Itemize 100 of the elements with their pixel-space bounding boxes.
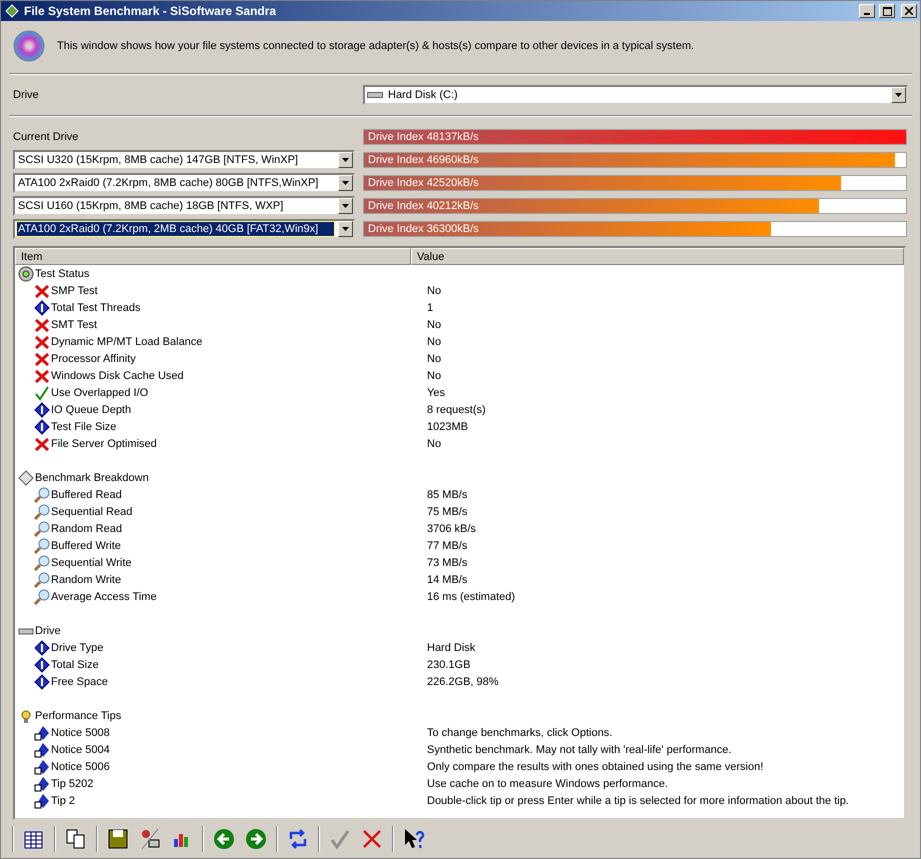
info-diamond-icon	[34, 418, 50, 434]
cross-icon	[34, 316, 50, 332]
window-title: File System Benchmark - SiSoftware Sandra	[24, 4, 278, 18]
item-label[interactable]: Buffered Read	[50, 488, 427, 500]
drive-dropdown[interactable]: Hard Disk (C:)	[363, 85, 908, 105]
info-diamond-icon	[34, 656, 50, 672]
magnifier-icon	[34, 538, 50, 554]
cross-icon	[34, 334, 50, 350]
bar-label: Drive Index 48137kB/s	[368, 130, 479, 142]
group-label[interactable]: Drive	[34, 624, 414, 636]
item-label[interactable]: Random Write	[50, 574, 427, 586]
cross-icon	[34, 368, 50, 384]
checkmark-icon	[328, 827, 352, 851]
item-label[interactable]: File Server Optimised	[50, 438, 427, 450]
app-icon	[4, 3, 20, 19]
device-dropdown[interactable]: ATA100 2xRaid0 (7.2Krpm, 2MB cache) 40GB [FAT32,Win9x]	[13, 218, 355, 238]
item-label[interactable]: Notice 5008	[50, 726, 427, 738]
magnifier-icon	[34, 520, 50, 536]
item-value: Double-click tip or press Enter while a tip is selected for more information about the tip.	[427, 794, 849, 806]
bar-label: Drive Index 46960kB/s	[368, 154, 479, 166]
group-label[interactable]: Test Status	[34, 268, 414, 280]
item-label[interactable]: Tip 2	[50, 794, 427, 806]
description-text: This window shows how your file systems connected to storage adapter(s) & hosts(s) compare to other devices in a typical system.	[57, 40, 694, 52]
item-label[interactable]: Buffered Write	[50, 540, 427, 552]
device-dropdown[interactable]: SCSI U320 (15Krpm, 8MB cache) 147GB [NTFS, WinXP]	[13, 150, 355, 170]
item-value: Yes	[427, 386, 445, 398]
cross-icon	[34, 350, 50, 366]
item-label[interactable]: Processor Affinity	[50, 352, 427, 364]
item-value: Synthetic benchmark. May not tally with 'real-life' performance.	[427, 744, 732, 756]
item-value: 77 MB/s	[427, 540, 468, 552]
item-label[interactable]: Random Read	[50, 522, 427, 534]
item-label[interactable]: Windows Disk Cache Used	[50, 370, 427, 382]
item-value: 1023MB	[427, 420, 468, 432]
item-label[interactable]: Sequential Write	[50, 556, 427, 568]
diamond-icon	[18, 470, 34, 486]
item-label[interactable]: Notice 5004	[50, 744, 427, 756]
tip-icon	[34, 758, 50, 774]
checkmark-icon	[34, 384, 50, 400]
hard-drive-icon	[367, 91, 383, 99]
item-label[interactable]: IO Queue Depth	[50, 404, 427, 416]
tip-icon	[34, 724, 50, 740]
item-value: 85 MB/s	[427, 488, 468, 500]
bar-label: Drive Index 40212kB/s	[368, 200, 479, 212]
bar-label: Drive Index 42520kB/s	[368, 176, 479, 188]
maximize-icon	[882, 6, 892, 16]
item-value: No	[427, 318, 442, 330]
info-diamond-icon	[34, 300, 50, 316]
item-label[interactable]: Total Size	[50, 658, 427, 670]
item-label[interactable]: Free Space	[50, 676, 427, 688]
group-label[interactable]: Benchmark Breakdown	[34, 472, 414, 484]
item-value: 16 ms (estimated)	[427, 590, 516, 602]
item-value: 14 MB/s	[427, 574, 468, 586]
magnifier-icon	[34, 504, 50, 520]
maximize-button[interactable]	[879, 4, 895, 18]
disc-icon	[18, 266, 34, 282]
device-dropdown[interactable]: ATA100 2xRaid0 (7.2Krpm, 8MB cache) 80GB [NTFS,WinXP]	[13, 172, 355, 192]
item-value: No	[427, 284, 442, 296]
item-label[interactable]: SMT Test	[50, 318, 427, 330]
item-label[interactable]: Tip 5202	[50, 778, 427, 790]
magnifier-icon	[34, 554, 50, 570]
item-value: To change benchmarks, click Options.	[427, 726, 612, 738]
item-label[interactable]: Average Access Time	[50, 590, 427, 602]
item-label[interactable]: Notice 5006	[50, 760, 427, 772]
column-header[interactable]: Value	[411, 248, 904, 265]
item-label[interactable]: Test File Size	[50, 420, 427, 432]
item-value: 75 MB/s	[427, 506, 468, 518]
tip-icon	[34, 742, 50, 758]
item-value: No	[427, 336, 442, 348]
column-header[interactable]: Item	[15, 248, 411, 265]
item-value: 230.1GB	[427, 658, 470, 670]
info-diamond-icon	[34, 640, 50, 656]
info-diamond-icon	[34, 402, 50, 418]
cross-icon	[34, 436, 50, 452]
device-dropdown[interactable]: SCSI U160 (15Krpm, 8MB cache) 18GB [NTFS, WXP]	[13, 196, 355, 216]
item-label[interactable]: SMP Test	[50, 284, 427, 296]
dropdown-arrow-icon	[342, 204, 349, 208]
group-label[interactable]: Performance Tips	[34, 710, 414, 722]
bar-label: Drive Index 36300kB/s	[368, 222, 479, 234]
disc-icon	[13, 30, 45, 62]
close-button[interactable]	[901, 4, 917, 18]
magnifier-icon	[34, 486, 50, 502]
tip-icon	[34, 776, 50, 792]
item-value: 226.2GB, 98%	[427, 676, 499, 688]
item-label[interactable]: Use Overlapped I/O	[50, 386, 427, 398]
item-label[interactable]: Drive Type	[50, 642, 427, 654]
item-label[interactable]: Sequential Read	[50, 506, 427, 518]
item-value: 1	[427, 302, 434, 314]
drive-label: Drive	[13, 89, 39, 101]
magnifier-icon	[34, 588, 50, 604]
item-value: Hard Disk	[427, 642, 476, 654]
dropdown-arrow-icon	[342, 226, 349, 230]
item-label[interactable]: Dynamic MP/MT Load Balance	[50, 336, 427, 348]
item-label[interactable]: Total Test Threads	[50, 302, 427, 314]
item-value: 8 request(s)	[427, 404, 486, 416]
item-value: No	[427, 352, 442, 364]
item-value: 73 MB/s	[427, 556, 468, 568]
tip-icon	[34, 792, 50, 808]
minimize-button[interactable]	[859, 4, 875, 18]
dropdown-arrow-icon	[895, 93, 902, 97]
dropdown-arrow-icon	[342, 158, 349, 162]
